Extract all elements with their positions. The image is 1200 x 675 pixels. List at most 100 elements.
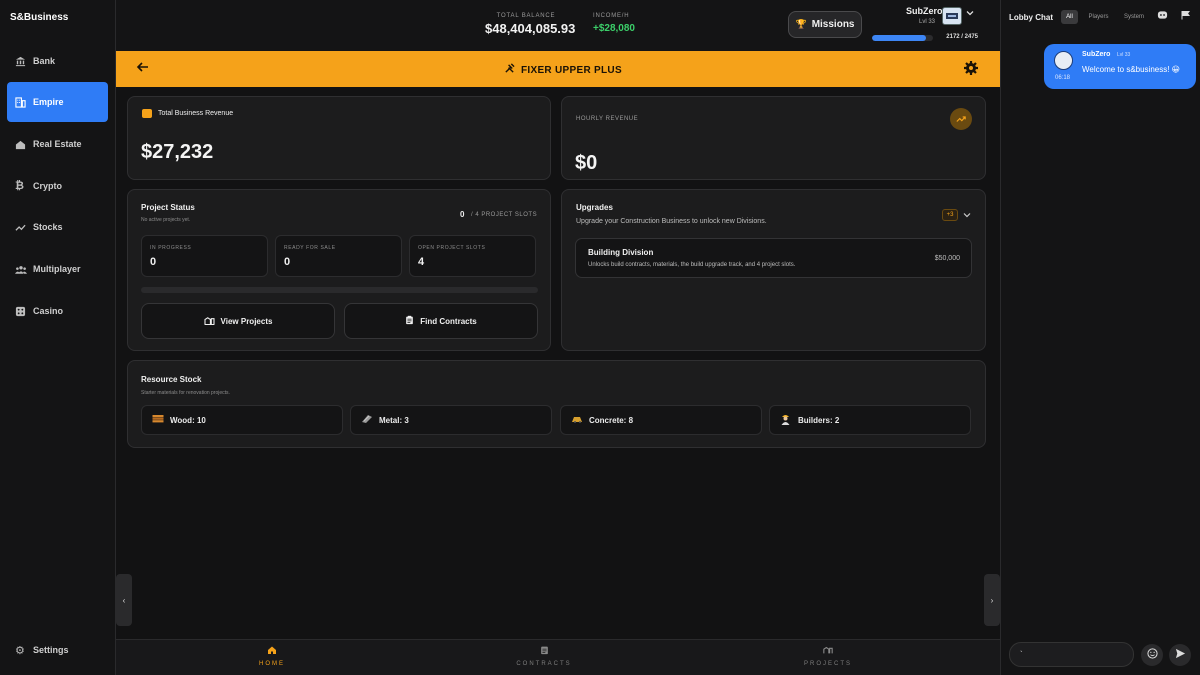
tab-contracts[interactable]: CONTRACTS [484,645,604,667]
avatar-image [946,13,958,19]
metal-icon [361,413,373,427]
back-arrow-icon[interactable] [136,60,150,77]
smiley-icon [1146,648,1158,662]
resource-metal: Metal: 3 [350,405,552,435]
trophy-icon: 🏆 [795,19,807,29]
tab-label: CONTRACTS [516,661,572,667]
user-name: SubZero [906,6,943,16]
emoji-button[interactable] [1141,644,1163,666]
chevron-down-icon[interactable] [963,210,971,222]
upgrades-card: Upgrades Upgrade your Construction Busin… [561,189,986,351]
message-text: Welcome to s&business! 😀 [1082,65,1181,74]
xp-progress-fill [872,35,926,41]
concrete-icon [571,414,583,426]
chat-tab-players[interactable]: Players [1083,10,1114,24]
tab-label: PROJECTS [803,661,852,667]
trend-up-icon [950,108,972,130]
tab-projects[interactable]: PROJECTS [768,645,888,667]
total-revenue-title: Total Business Revenue [158,110,234,117]
collapse-right-button[interactable]: › [984,574,1000,626]
stat-label: IN PROGRESS [150,245,192,251]
dice-icon [15,306,33,317]
resource-label: Builders: 2 [798,415,840,425]
stat-label: OPEN PROJECT SLOTS [418,245,486,251]
sidebar-item-empire[interactable]: Empire [7,82,108,122]
income-value: +$28,080 [593,23,635,34]
chat-message: SubZero Lvl 33 Welcome to s&business! 😀 … [1044,44,1196,89]
chat-title: Lobby Chat [1009,13,1053,22]
sidebar-item-label: Empire [33,97,64,107]
sidebar-item-label: Bank [33,56,56,66]
slots-count: 0 [460,210,465,219]
avatar [1054,51,1073,70]
avatar[interactable] [942,7,962,25]
upgrades-title: Upgrades [576,203,613,212]
wood-icon [152,414,164,426]
house-icon [15,139,33,150]
sidebar: S&Business Bank Empire Real Estate ₿ Cry… [0,0,116,675]
xp-progress-bar [872,35,933,41]
project-status-subtitle: No active projects yet. [141,217,191,223]
income-label: INCOME/H [593,13,630,19]
people-icon [15,264,33,275]
hourly-revenue-label: HOURLY REVENUE [576,116,639,122]
stat-open-slots: OPEN PROJECT SLOTS 4 [409,235,536,277]
find-contracts-button[interactable]: Find Contracts [344,303,538,339]
send-button[interactable] [1169,644,1191,666]
sidebar-item-label: Crypto [33,181,62,191]
sidebar-item-label: Stocks [33,222,63,232]
sidebar-item-real-estate[interactable]: Real Estate [7,124,108,164]
hammer-wrench-icon [504,63,515,77]
sidebar-item-crypto[interactable]: ₿ Crypto [7,166,108,206]
tab-label: HOME [259,661,285,667]
bank-icon [15,56,33,67]
chevron-right-icon: › [990,595,994,605]
hourly-revenue-value: $0 [575,152,598,174]
stat-label: READY FOR SALE [284,245,336,251]
chat-tab-system[interactable]: System [1119,10,1149,24]
stat-value: 0 [150,256,157,268]
view-projects-button[interactable]: View Projects [141,303,335,339]
resource-stock-subtitle: Starter materials for renovation project… [141,390,230,396]
chevron-down-icon[interactable] [966,9,974,19]
sidebar-item-casino[interactable]: Casino [7,291,108,331]
sidebar-item-label: Casino [33,306,64,316]
upgrades-subtitle: Upgrade your Construction Business to un… [576,218,767,225]
sidebar-item-settings[interactable]: ⚙ Settings [7,630,108,670]
page-header: FIXER UPPER PLUS [116,51,1000,87]
division-price: $50,000 [934,255,960,262]
resource-builders: Builders: 2 [769,405,971,435]
clipboard-icon [484,645,604,659]
wallet-icon [142,109,152,118]
project-status-card: Project Status No active projects yet. 0… [127,189,551,351]
bitcoin-icon: ₿ [15,180,24,192]
sidebar-item-label: Settings [33,645,69,655]
stat-value: 0 [284,256,291,268]
flag-icon[interactable] [1181,10,1190,22]
tab-home[interactable]: HOME [212,645,332,667]
sidebar-item-label: Real Estate [33,139,82,149]
discord-icon[interactable] [1157,10,1168,22]
chat-tab-all[interactable]: All [1061,10,1078,24]
hourly-revenue-card: HOURLY REVENUE $0 [561,96,986,180]
message-user: SubZero [1082,51,1111,58]
send-icon [1175,648,1186,662]
chevron-left-icon: ‹ [122,595,126,605]
page-title-text: FIXER UPPER PLUS [521,64,622,76]
view-projects-label: View Projects [220,316,273,326]
builder-icon [780,413,792,428]
sidebar-item-multiplayer[interactable]: Multiplayer [7,249,108,289]
settings-gear-icon[interactable] [963,60,979,79]
resource-wood: Wood: 10 [141,405,343,435]
slots-text: / 4 PROJECT SLOTS [471,212,538,218]
sidebar-item-stocks[interactable]: Stocks [7,207,108,247]
xp-text: 2172 / 2475 [946,34,978,40]
gear-icon: ⚙ [15,644,25,657]
sidebar-item-bank[interactable]: Bank [7,41,108,81]
missions-button[interactable]: 🏆 Missions [788,11,862,38]
project-status-title: Project Status [141,203,195,212]
building-division-item[interactable]: Building Division Unlocks build contract… [575,238,972,278]
message-level: Lvl 33 [1117,52,1131,58]
collapse-left-button[interactable]: ‹ [116,574,132,626]
chat-input[interactable]: ` [1009,642,1134,667]
